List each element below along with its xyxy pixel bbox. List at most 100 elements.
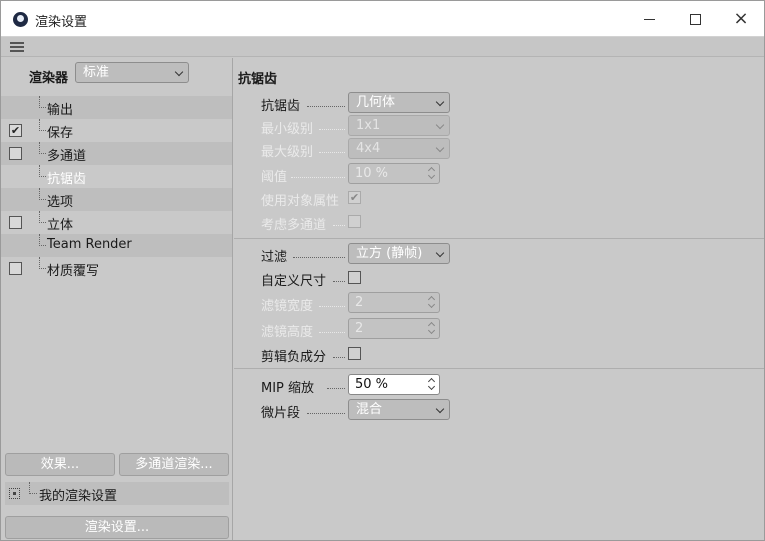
max-level-label: 最大级别 xyxy=(261,145,314,160)
settings-tree: 输出 ✔ 保存 多通道 抗锯齿 选项 立体 Team Render 材质覆写 xyxy=(1,96,232,280)
tree-item-multipass[interactable]: 多通道 xyxy=(1,142,232,165)
min-level-row: 最小级别 1x1 xyxy=(261,115,761,137)
minimize-icon xyxy=(643,18,655,20)
min-level-select[interactable]: 1x1 xyxy=(348,115,450,136)
render-preset-icon xyxy=(9,488,20,499)
max-level-row: 最大级别 4x4 xyxy=(261,138,761,160)
filter-width-value: 2 xyxy=(355,295,364,310)
filter-height-input[interactable]: 2 xyxy=(348,318,440,339)
renderer-select-value: 标准 xyxy=(83,65,110,80)
mip-scale-label: MIP 缩放 xyxy=(261,381,315,396)
tree-item-options[interactable]: 选项 xyxy=(1,188,232,211)
spinner-icon[interactable] xyxy=(429,296,435,309)
divider xyxy=(234,238,764,239)
consider-multipass-row: 考虑多通道 xyxy=(261,211,761,233)
tree-item-save[interactable]: ✔ 保存 xyxy=(1,119,232,142)
antialiasing-label: 抗锯齿 xyxy=(261,99,301,114)
close-button[interactable]: × xyxy=(718,1,764,37)
micropolygon-row: 微片段 混合 xyxy=(261,399,761,421)
filter-height-label: 滤镜高度 xyxy=(261,325,314,340)
min-level-label: 最小级别 xyxy=(261,122,314,137)
chevron-down-icon xyxy=(435,97,445,107)
tree-item-label: 保存 xyxy=(47,126,74,141)
filter-width-label: 滤镜宽度 xyxy=(261,299,314,314)
antialiasing-select[interactable]: 几何体 xyxy=(348,92,450,113)
threshold-value: 10 % xyxy=(355,166,389,181)
maximize-button[interactable] xyxy=(672,1,718,37)
tree-item-label: 选项 xyxy=(47,195,74,210)
tree-item-team-render[interactable]: Team Render xyxy=(1,234,232,257)
multipass-render-button[interactable]: 多通道渲染... xyxy=(119,453,229,476)
min-level-value: 1x1 xyxy=(356,118,381,133)
micropolygon-label: 微片段 xyxy=(261,406,301,421)
threshold-label: 阈值 xyxy=(261,170,288,185)
use-object-props-row: 使用对象属性 ✔ xyxy=(261,187,761,209)
divider xyxy=(234,368,764,369)
micropolygon-value: 混合 xyxy=(356,402,383,417)
chevron-down-icon xyxy=(435,248,445,258)
chevron-down-icon xyxy=(435,120,445,130)
filter-width-input[interactable]: 2 xyxy=(348,292,440,313)
window-title: 渲染设置 xyxy=(35,15,88,30)
tree-item-output[interactable]: 输出 xyxy=(1,96,232,119)
tree-item-material-override[interactable]: 材质覆写 xyxy=(1,257,232,280)
tree-item-label: Team Render xyxy=(47,237,132,252)
title-bar: 渲染设置 × xyxy=(1,1,764,37)
filter-value: 立方 (静帧) xyxy=(356,246,423,261)
render-settings-window: 渲染设置 × 渲染器 标准 输出 ✔ 保存 多通道 抗锯齿 选项 立体 Team… xyxy=(0,0,765,541)
tree-item-stereo[interactable]: 立体 xyxy=(1,211,232,234)
threshold-input[interactable]: 10 % xyxy=(348,163,440,184)
max-level-value: 4x4 xyxy=(356,141,381,156)
render-preset-item[interactable]: 我的渲染设置 xyxy=(5,482,229,505)
custom-size-row: 自定义尺寸 xyxy=(261,267,761,289)
filter-label: 过滤 xyxy=(261,250,288,265)
tree-item-label: 多通道 xyxy=(47,149,87,164)
renderer-label: 渲染器 xyxy=(29,71,69,86)
filter-height-value: 2 xyxy=(355,321,364,336)
consider-multipass-label: 考虑多通道 xyxy=(261,218,327,233)
close-icon: × xyxy=(733,8,749,29)
filter-width-row: 滤镜宽度 2 xyxy=(261,292,761,314)
stereo-checkbox[interactable] xyxy=(9,216,22,229)
maximize-icon xyxy=(689,13,701,25)
mip-scale-input[interactable]: 50 % xyxy=(348,374,440,395)
custom-size-checkbox[interactable] xyxy=(348,271,361,284)
save-checkbox[interactable]: ✔ xyxy=(9,124,22,137)
left-panel: 渲染器 标准 输出 ✔ 保存 多通道 抗锯齿 选项 立体 Team Render… xyxy=(1,58,233,540)
chevron-down-icon xyxy=(174,67,184,77)
antialiasing-row: 抗锯齿 几何体 xyxy=(261,92,761,114)
hamburger-icon[interactable] xyxy=(10,42,24,53)
clip-negative-label: 剪辑负成分 xyxy=(261,350,327,365)
effects-button[interactable]: 效果... xyxy=(5,453,115,476)
max-level-select[interactable]: 4x4 xyxy=(348,138,450,159)
menu-strip xyxy=(1,37,764,57)
use-object-props-checkbox[interactable]: ✔ xyxy=(348,191,361,204)
micropolygon-select[interactable]: 混合 xyxy=(348,399,450,420)
renderer-select[interactable]: 标准 xyxy=(75,62,189,83)
filter-height-row: 滤镜高度 2 xyxy=(261,318,761,340)
use-object-props-label: 使用对象属性 xyxy=(261,194,340,209)
section-title: 抗锯齿 xyxy=(238,72,278,87)
threshold-row: 阈值 10 % xyxy=(261,163,761,185)
minimize-button[interactable] xyxy=(626,1,672,37)
antialiasing-value: 几何体 xyxy=(356,95,396,110)
material-override-checkbox[interactable] xyxy=(9,262,22,275)
spinner-icon[interactable] xyxy=(429,322,435,335)
consider-multipass-checkbox[interactable] xyxy=(348,215,361,228)
multipass-checkbox[interactable] xyxy=(9,147,22,160)
render-settings-button[interactable]: 渲染设置... xyxy=(5,516,229,539)
tree-item-label: 抗锯齿 xyxy=(47,172,87,187)
clip-negative-row: 剪辑负成分 xyxy=(261,343,761,365)
filter-select[interactable]: 立方 (静帧) xyxy=(348,243,450,264)
tree-item-antialiasing[interactable]: 抗锯齿 xyxy=(1,165,232,188)
tree-item-label: 材质覆写 xyxy=(47,264,100,279)
chevron-down-icon xyxy=(435,404,445,414)
spinner-icon[interactable] xyxy=(429,167,435,180)
render-preset-label: 我的渲染设置 xyxy=(39,489,118,504)
spinner-icon[interactable] xyxy=(429,378,435,391)
chevron-down-icon xyxy=(435,143,445,153)
app-icon xyxy=(13,12,28,27)
tree-item-label: 输出 xyxy=(47,103,74,118)
clip-negative-checkbox[interactable] xyxy=(348,347,361,360)
mip-scale-row: MIP 缩放 50 % xyxy=(261,374,761,396)
